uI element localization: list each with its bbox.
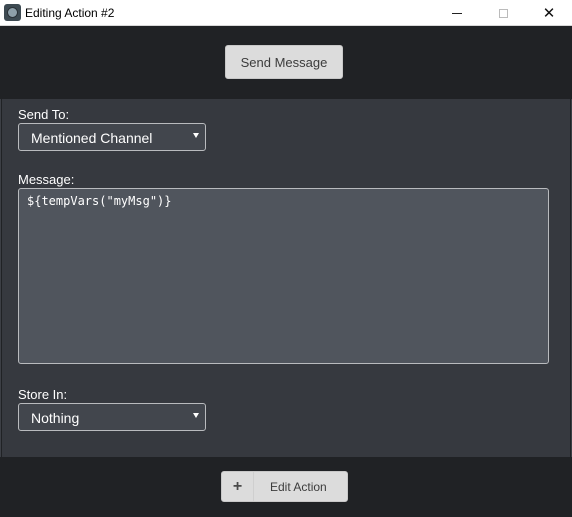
minimize-icon (452, 12, 462, 14)
action-type-label: Send Message (240, 54, 328, 70)
action-type-button[interactable]: Send Message (225, 45, 343, 79)
title-bar: Editing Action #2 ✕ (0, 0, 572, 26)
message-label: Message: (18, 172, 75, 187)
action-header: Send Message (0, 26, 572, 99)
app-icon (4, 4, 21, 21)
send-to-value: Mentioned Channel (31, 130, 153, 146)
minimize-button[interactable] (434, 0, 480, 26)
message-textarea[interactable]: ${tempVars("myMsg")} (18, 188, 549, 364)
close-icon: ✕ (542, 5, 556, 22)
send-to-select[interactable]: Mentioned Channel (18, 123, 206, 151)
maximize-icon (498, 8, 508, 18)
plus-icon: + (222, 472, 254, 501)
store-in-select[interactable]: Nothing (18, 403, 206, 431)
chevron-down-icon (193, 413, 199, 418)
window-border-left (0, 26, 1, 517)
store-in-label: Store In: (18, 387, 68, 402)
close-button[interactable]: ✕ (526, 0, 572, 26)
maximize-button[interactable] (480, 0, 526, 26)
edit-action-label: Edit Action (270, 480, 327, 494)
window-title: Editing Action #2 (25, 6, 115, 20)
edit-action-button[interactable]: + Edit Action (221, 471, 348, 502)
action-form-panel: Send To: Mentioned Channel Message: ${te… (2, 99, 570, 457)
store-in-value: Nothing (31, 410, 80, 426)
action-footer: + Edit Action (0, 457, 572, 517)
chevron-down-icon (193, 133, 199, 138)
send-to-label: Send To: (18, 107, 70, 122)
